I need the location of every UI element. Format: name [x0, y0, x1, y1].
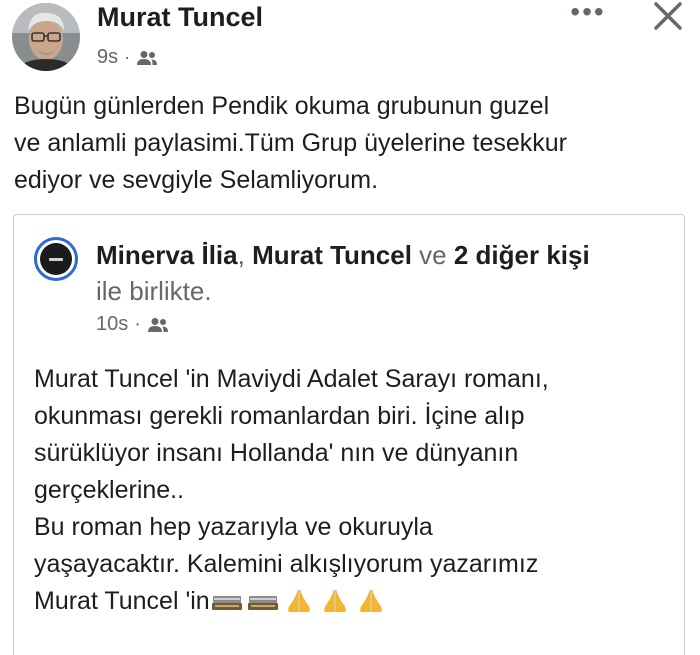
folded-hands-emoji	[323, 589, 346, 612]
close-button[interactable]	[648, 0, 688, 34]
names-suffix: ile birlikte.	[96, 276, 212, 306]
shared-text-line: gerçeklerine..	[34, 476, 185, 504]
shared-group-avatar[interactable]	[34, 237, 78, 281]
post-time[interactable]: 9s	[97, 46, 118, 69]
shared-text-line: sürüklüyor insanı Hollanda' nın ve dünya…	[34, 439, 519, 467]
shared-post-meta: 10s ·	[96, 313, 169, 336]
folded-hands-emoji	[359, 589, 382, 612]
shared-text-line: Bu roman hep yazarıyla ve okuruyla	[34, 513, 433, 541]
post-header: Murat Tuncel 9s · •••	[0, 0, 700, 78]
post-text-line: ediyor ve sevgiyle Selamliyorum.	[14, 166, 379, 194]
author-photo	[12, 3, 80, 71]
group-icon	[147, 317, 168, 332]
author-avatar[interactable]	[12, 3, 80, 71]
books-emoji	[211, 596, 242, 610]
books-emoji	[247, 596, 278, 610]
shared-text-line: Murat Tuncel 'in	[34, 587, 210, 615]
names-comma: ,	[237, 240, 253, 270]
shared-text-line: Murat Tuncel 'in Maviydi Adalet Sarayı r…	[34, 365, 549, 393]
meta-separator: ·	[124, 47, 131, 67]
tagged-others[interactable]: 2 diğer kişi	[454, 240, 590, 270]
shared-text-line: yaşayacaktır. Kalemini alkışlıyorum yaza…	[34, 550, 539, 578]
shared-post-time[interactable]: 10s	[96, 313, 128, 336]
group-icon	[137, 50, 158, 65]
tagged-name-1[interactable]: Minerva İlia	[96, 240, 238, 270]
emoji-row	[210, 587, 388, 613]
shared-post-card[interactable]: Minerva İlia, Murat Tuncel ve 2 diğer ki…	[13, 214, 685, 655]
shared-text-line-last: Murat Tuncel 'in	[34, 583, 674, 620]
post-text-line: Bugün günlerden Pendik okuma grubunun gu…	[14, 92, 550, 120]
shared-post-text: Murat Tuncel 'in Maviydi Adalet Sarayı r…	[34, 361, 674, 620]
names-connector: ve	[411, 240, 454, 270]
tagged-name-2[interactable]: Murat Tuncel	[252, 240, 412, 270]
author-name[interactable]: Murat Tuncel	[97, 2, 263, 33]
shared-post-names: Minerva İlia, Murat Tuncel ve 2 diğer ki…	[96, 237, 676, 309]
close-icon	[654, 2, 682, 30]
meta-separator: ·	[134, 313, 141, 335]
post-meta: 9s ·	[97, 46, 158, 69]
shared-text-line: okunması gerekli romanlardan biri. İçine…	[34, 402, 525, 430]
post-text: Bugün günlerden Pendik okuma grubunun gu…	[14, 88, 694, 199]
group-logo-icon	[40, 243, 72, 275]
post-text-line: ve anlamli paylasimi.Tüm Grup üyelerine …	[14, 129, 567, 157]
folded-hands-emoji	[287, 589, 310, 612]
more-options-button[interactable]: •••	[566, 0, 610, 30]
